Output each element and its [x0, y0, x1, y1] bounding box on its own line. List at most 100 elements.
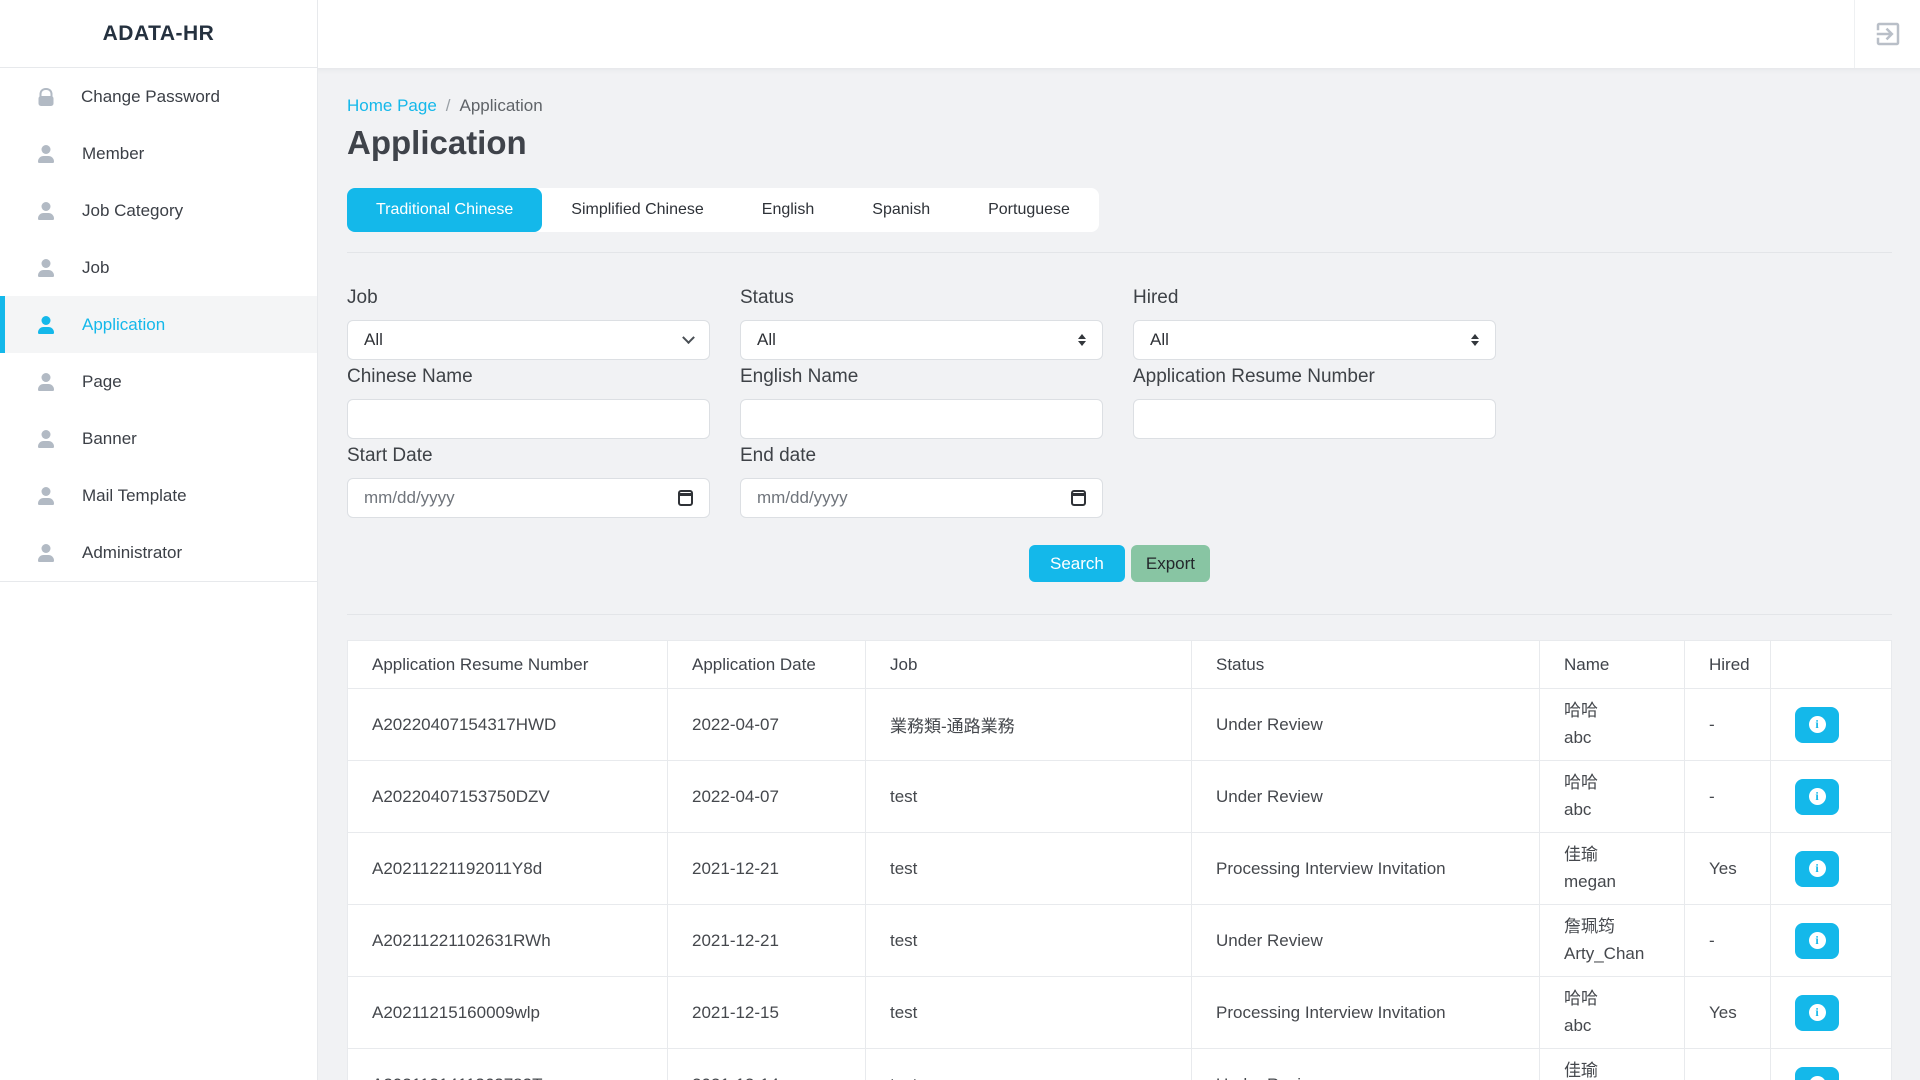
sidebar-item-label: Administrator: [82, 543, 182, 563]
tab-simplified-chinese[interactable]: Simplified Chinese: [542, 188, 733, 232]
breadcrumb-current: Application: [460, 96, 543, 116]
calendar-icon[interactable]: [1071, 490, 1086, 506]
start-date-placeholder: mm/dd/yyyy: [364, 488, 455, 508]
cell-resume-number: A20211221102631RWh: [348, 905, 668, 977]
sidebar-item-page[interactable]: Page: [0, 353, 317, 410]
cell-job: test: [866, 1049, 1192, 1080]
sidebar-item-job-category[interactable]: Job Category: [0, 182, 317, 239]
topbar: [318, 0, 1920, 68]
status-filter-value: All: [757, 330, 776, 350]
name-english: abc: [1564, 797, 1674, 823]
sidebar-item-application[interactable]: Application: [0, 296, 317, 353]
info-button[interactable]: i: [1795, 923, 1839, 959]
calendar-icon[interactable]: [678, 490, 693, 506]
cell-name: 哈哈 abc: [1540, 689, 1685, 761]
export-button[interactable]: Export: [1131, 545, 1210, 582]
cell-hired: -: [1685, 689, 1771, 761]
cell-actions: i: [1771, 761, 1892, 833]
col-header-job: Job: [866, 641, 1192, 689]
cell-actions: i: [1771, 905, 1892, 977]
cell-resume-number: A20211215160009wlp: [348, 977, 668, 1049]
start-date-field: Start Date mm/dd/yyyy: [347, 445, 710, 518]
divider: [347, 252, 1892, 253]
table-row: A20220407154317HWD 2022-04-07 業務類-通路業務 U…: [348, 689, 1892, 761]
main-content: Home Page / Application Application Trad…: [318, 68, 1920, 1080]
end-date-field: End date mm/dd/yyyy: [740, 445, 1103, 518]
english-name-label: English Name: [740, 366, 1103, 388]
cell-application-date: 2021-12-21: [668, 833, 866, 905]
info-button[interactable]: i: [1795, 851, 1839, 887]
sidebar-item-label: Job: [82, 258, 109, 278]
info-icon: i: [1809, 788, 1826, 805]
breadcrumb-home-link[interactable]: Home Page: [347, 96, 437, 116]
person-icon: [37, 544, 55, 562]
cell-resume-number: A20220407154317HWD: [348, 689, 668, 761]
person-icon: [37, 145, 55, 163]
chevron-down-icon: [682, 331, 695, 344]
cell-status: Under Review: [1192, 905, 1540, 977]
job-filter-value: All: [364, 330, 383, 350]
sidebar-item-change-password[interactable]: Change Password: [0, 68, 317, 125]
status-filter-select[interactable]: All: [740, 320, 1103, 360]
english-name-field: English Name: [740, 366, 1103, 439]
english-name-input[interactable]: [740, 399, 1103, 439]
cell-status: Under Review: [1192, 1049, 1540, 1080]
cell-hired: -: [1685, 761, 1771, 833]
brand-logo: ADATA-HR: [0, 0, 317, 68]
cell-name: 佳瑜 megan: [1540, 1049, 1685, 1080]
cell-resume-number: A2021121411363783T: [348, 1049, 668, 1080]
logout-button[interactable]: [1854, 0, 1920, 68]
end-date-input[interactable]: mm/dd/yyyy: [740, 478, 1103, 518]
start-date-input[interactable]: mm/dd/yyyy: [347, 478, 710, 518]
status-filter-field: Status All: [740, 287, 1103, 360]
name-chinese: 佳瑜: [1564, 842, 1674, 868]
search-button[interactable]: Search: [1029, 545, 1125, 582]
name-english: abc: [1564, 725, 1674, 751]
info-button[interactable]: i: [1795, 1067, 1839, 1080]
info-button[interactable]: i: [1795, 995, 1839, 1031]
info-button[interactable]: i: [1795, 707, 1839, 743]
col-header-status: Status: [1192, 641, 1540, 689]
sidebar-item-member[interactable]: Member: [0, 125, 317, 182]
tab-portuguese[interactable]: Portuguese: [959, 188, 1099, 232]
breadcrumb: Home Page / Application: [347, 68, 1892, 116]
name-chinese: 哈哈: [1564, 770, 1674, 796]
info-icon: i: [1809, 1076, 1826, 1080]
cell-actions: i: [1771, 1049, 1892, 1080]
cell-hired: Yes: [1685, 833, 1771, 905]
tab-spanish[interactable]: Spanish: [843, 188, 959, 232]
hired-filter-label: Hired: [1133, 287, 1496, 309]
sidebar-item-label: Mail Template: [82, 486, 187, 506]
cell-name: 詹珮筠 Arty_Chan: [1540, 905, 1685, 977]
cell-status: Processing Interview Invitation: [1192, 833, 1540, 905]
cell-job: test: [866, 905, 1192, 977]
hired-filter-field: Hired All: [1133, 287, 1496, 360]
cell-resume-number: A20220407153750DZV: [348, 761, 668, 833]
chinese-name-input[interactable]: [347, 399, 710, 439]
sidebar-item-administrator[interactable]: Administrator: [0, 524, 317, 581]
cell-application-date: 2021-12-14: [668, 1049, 866, 1080]
sidebar-item-mail-template[interactable]: Mail Template: [0, 467, 317, 524]
info-icon: i: [1809, 716, 1826, 733]
hired-filter-value: All: [1150, 330, 1169, 350]
sidebar-item-label: Application: [82, 315, 165, 335]
select-stepper-icon: [1078, 334, 1086, 346]
tab-traditional-chinese[interactable]: Traditional Chinese: [347, 188, 542, 232]
job-filter-select[interactable]: All: [347, 320, 710, 360]
language-tabs: Traditional Chinese Simplified Chinese E…: [347, 188, 1099, 232]
sidebar-item-banner[interactable]: Banner: [0, 410, 317, 467]
sidebar-item-job[interactable]: Job: [0, 239, 317, 296]
end-date-label: End date: [740, 445, 1103, 467]
person-icon: [37, 259, 55, 277]
application-resume-number-input[interactable]: [1133, 399, 1496, 439]
hired-filter-select[interactable]: All: [1133, 320, 1496, 360]
logout-icon: [1873, 19, 1903, 49]
tab-english[interactable]: English: [733, 188, 843, 232]
cell-status: Under Review: [1192, 761, 1540, 833]
person-icon: [37, 316, 55, 334]
person-icon: [37, 373, 55, 391]
info-button[interactable]: i: [1795, 779, 1839, 815]
table-row: A20211215160009wlp 2021-12-15 test Proce…: [348, 977, 1892, 1049]
sidebar-item-label: Banner: [82, 429, 137, 449]
person-icon: [37, 487, 55, 505]
